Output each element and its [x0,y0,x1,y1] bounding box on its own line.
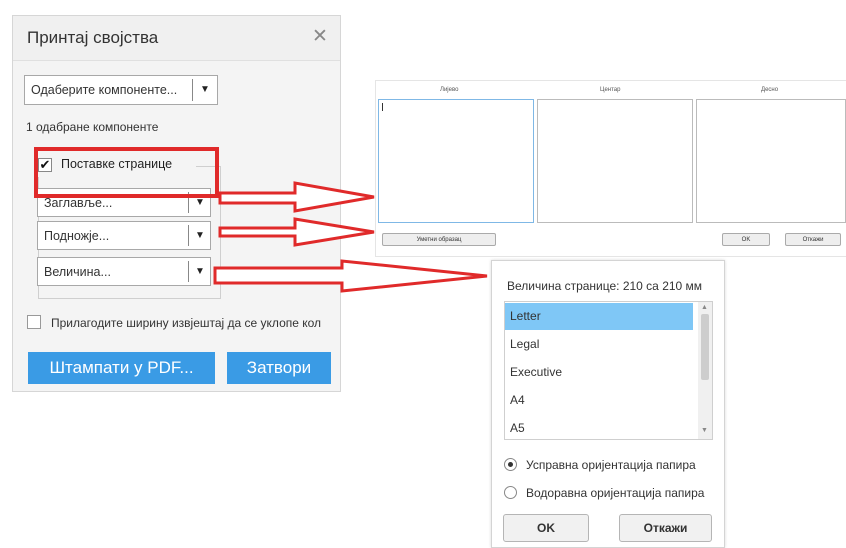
scrollbar-thumb[interactable] [701,314,709,380]
list-item-a4[interactable]: A4 [505,387,693,414]
list-item-executive[interactable]: Executive [505,359,693,386]
list-scrollbar[interactable]: ▲ ▼ [698,302,712,439]
page-size-list[interactable]: Letter Legal Executive A4 A5 ▲ ▼ [504,301,713,440]
scroll-up-icon[interactable]: ▲ [701,304,708,311]
page-size-title: Величина странице: 210 са 210 мм [507,279,703,293]
arrow-size [213,259,488,293]
list-item-legal[interactable]: Legal [505,331,693,358]
ok-button[interactable]: OK [503,514,589,542]
scroll-down-icon[interactable]: ▼ [701,427,708,434]
portrait-radio[interactable] [504,458,517,471]
arrow-header [218,181,375,213]
cancel-button[interactable]: Откажи [619,514,712,542]
landscape-radio[interactable] [504,486,517,499]
landscape-label: Водоравна оријентација папира [526,486,705,500]
list-item-a5[interactable]: A5 [505,415,693,439]
portrait-label: Усправна оријентација папира [526,458,696,472]
list-item-letter[interactable]: Letter [505,303,693,330]
arrow-footer [218,217,375,247]
page-size-dialog: Величина странице: 210 са 210 мм Letter … [491,260,725,548]
